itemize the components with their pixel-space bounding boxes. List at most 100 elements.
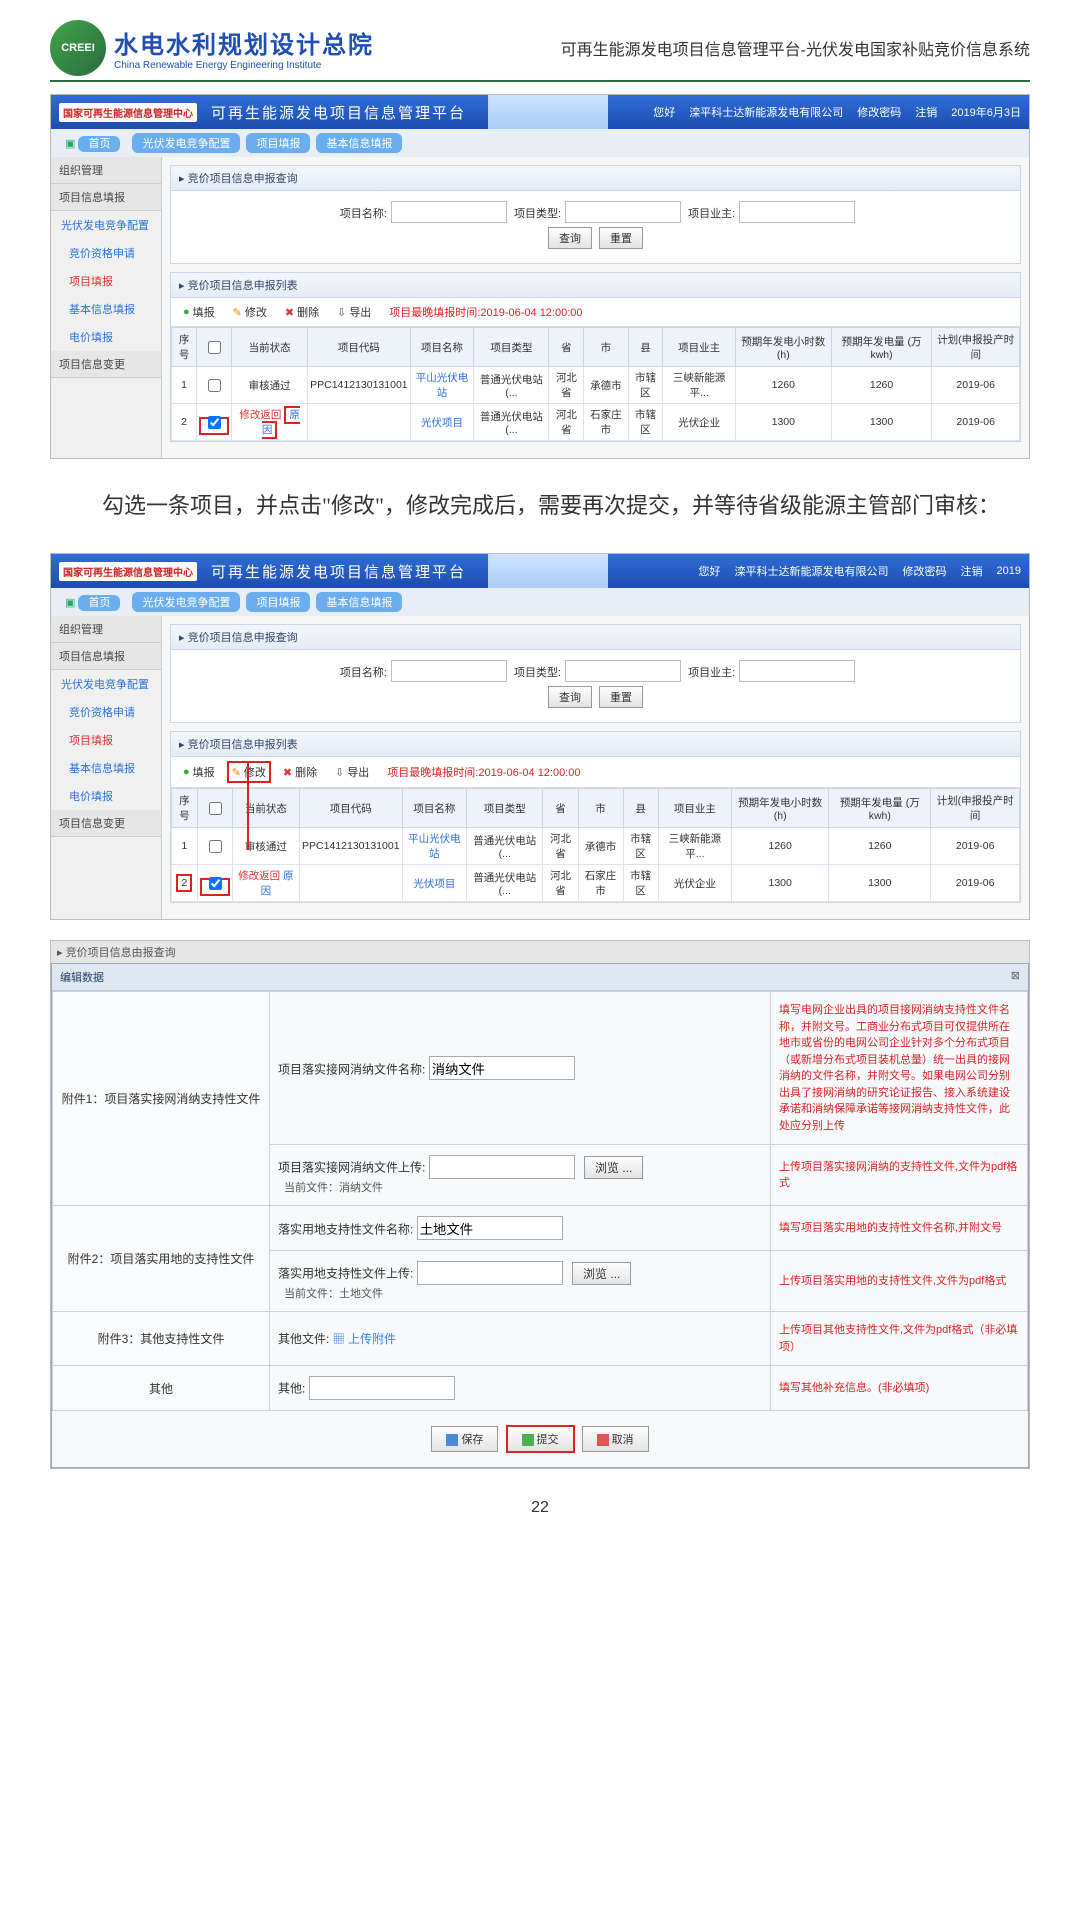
greeting: 您好 [653, 104, 675, 120]
f4-input[interactable] [417, 1261, 563, 1285]
search-name-input[interactable] [391, 201, 507, 223]
th-check [197, 789, 232, 828]
sidebar-item-price[interactable]: 电价填报 [51, 323, 161, 351]
sidebar-group-fill[interactable]: 项目信息填报 [51, 184, 161, 211]
sidebar-item-report[interactable]: 项目填报 [51, 267, 161, 295]
crumb-3[interactable]: 基本信息填报 [316, 592, 402, 612]
crumb-2[interactable]: 项目填报 [246, 133, 310, 153]
row-check-selected[interactable] [208, 416, 221, 429]
cell-name[interactable]: 平山光伏电站 [402, 828, 467, 865]
f4-row: 落实用地支持性文件上传: 浏览 ... 当前文件：土地文件 [270, 1251, 771, 1312]
crumb-1[interactable]: 光伏发电竞争配置 [132, 133, 240, 153]
search-panel-header: ▸ 竞价项目信息申报查询 [171, 166, 1020, 191]
search-panel-header: ▸ 竞价项目信息申报查询 [171, 625, 1020, 650]
check-all[interactable] [209, 802, 222, 815]
cell-plan: 2019-06 [932, 404, 1020, 441]
cell-hours: 1300 [735, 404, 831, 441]
search-button[interactable]: 查询 [548, 686, 592, 708]
upload-link[interactable]: ▦ 上传附件 [333, 1332, 396, 1346]
cell: PPC1412130131001 [300, 828, 403, 865]
sidebar: 组织管理 项目信息填报 光伏发电竞争配置 竞价资格申请 项目填报 基本信息填报 … [51, 157, 162, 458]
edit-button[interactable]: 修改 [227, 302, 273, 322]
sidebar-item-basic[interactable]: 基本信息填报 [51, 295, 161, 323]
th-type: 项目类型 [474, 328, 549, 367]
delete-button[interactable]: 删除 [279, 302, 325, 322]
logout-link[interactable]: 注销 [915, 104, 937, 120]
system-title: 可再生能源发电项目信息管理平台-光伏发电国家补贴竞价信息系统 [374, 36, 1030, 60]
row-check[interactable] [208, 379, 221, 392]
submit-button[interactable]: 提交 [506, 1425, 575, 1453]
sidebar-item-apply[interactable]: 竞价资格申请 [51, 698, 161, 726]
cell-owner: 光伏企业 [663, 404, 735, 441]
sidebar-item-pv[interactable]: 光伏发电竞争配置 [51, 211, 161, 239]
sidebar-group-change[interactable]: 项目信息变更 [51, 810, 161, 837]
table-row[interactable]: 1 审核通过 PPC1412130131001 平山光伏电站 普通光伏电站(..… [172, 367, 1020, 404]
crumb-3[interactable]: 基本信息填报 [316, 133, 402, 153]
f3-input[interactable] [417, 1216, 563, 1240]
crumb-1[interactable]: 光伏发电竞争配置 [132, 592, 240, 612]
row-check-selected[interactable] [209, 877, 222, 890]
cell-name[interactable]: 平山光伏电站 [410, 367, 474, 404]
th-check [197, 328, 232, 367]
change-password-link[interactable]: 修改密码 [903, 563, 947, 579]
browse-button[interactable]: 浏览 ... [572, 1262, 631, 1285]
export-button[interactable]: 导出 [329, 762, 375, 782]
cell: 光伏企业 [658, 865, 731, 902]
deadline-text: 项目最晚填报时间:2019-06-04 12:00:00 [389, 304, 582, 320]
search-name-input[interactable] [391, 660, 507, 682]
greeting: 您好 [699, 563, 721, 579]
close-icon[interactable]: ⊠ [1011, 969, 1020, 982]
search-type-input[interactable] [565, 201, 681, 223]
company-name: 滦平科士达新能源发电有限公司 [735, 563, 889, 579]
cell: 石家庄市 [578, 865, 623, 902]
search-button[interactable]: 查询 [548, 227, 592, 249]
f1-input[interactable] [429, 1056, 575, 1080]
sidebar-group-fill[interactable]: 项目信息填报 [51, 643, 161, 670]
crumb-2[interactable]: 项目填报 [246, 592, 310, 612]
crumb-home[interactable]: ▣ 首页 [59, 133, 126, 153]
sidebar-item-pv[interactable]: 光伏发电竞争配置 [51, 670, 161, 698]
logout-link[interactable]: 注销 [961, 563, 983, 579]
cell-county: 市辖区 [628, 404, 663, 441]
list-panel-header: ▸ 竞价项目信息申报列表 [171, 732, 1020, 757]
th-status: 当前状态 [232, 328, 308, 367]
delete-button[interactable]: 删除 [277, 762, 323, 782]
sidebar-group-org[interactable]: 组织管理 [51, 616, 161, 643]
th-plan: 计划(申报投产时间 [932, 328, 1020, 367]
page-number: 22 [50, 1499, 1030, 1517]
table-row[interactable]: 2 修改返回 原因 光伏项目 普通光伏电站(... 河北省 石家庄市 市辖区 光… [172, 865, 1020, 902]
f5-row: 其他文件: ▦ 上传附件 [270, 1312, 771, 1366]
table-row[interactable]: 1 审核通过 PPC1412130131001 平山光伏电站 普通光伏电站(..… [172, 828, 1020, 865]
cell-name[interactable]: 光伏项目 [402, 865, 467, 902]
banner-image [488, 95, 608, 129]
th-prov: 省 [549, 328, 584, 367]
check-all[interactable] [208, 341, 221, 354]
attach2-label: 附件2：项目落实用地的支持性文件 [53, 1206, 270, 1312]
crumb-home[interactable]: ▣ 首页 [59, 592, 126, 612]
search-type-input[interactable] [565, 660, 681, 682]
sidebar-item-apply[interactable]: 竞价资格申请 [51, 239, 161, 267]
add-button[interactable]: 填报 [177, 762, 221, 782]
row-check[interactable] [209, 840, 222, 853]
sidebar-item-report[interactable]: 项目填报 [51, 726, 161, 754]
search-owner-input[interactable] [739, 660, 855, 682]
sidebar-group-org[interactable]: 组织管理 [51, 157, 161, 184]
table-row[interactable]: 2 修改返回 原因 光伏项目 普通光伏电站(... 河北省 石家庄市 市辖区 光… [172, 404, 1020, 441]
project-table: 序号 当前状态 项目代码 项目名称 项目类型 省 市 县 项目业主 预期年发电小… [171, 788, 1020, 902]
browse-button[interactable]: 浏览 ... [584, 1156, 643, 1179]
save-button[interactable]: 保存 [431, 1426, 498, 1452]
add-button[interactable]: 填报 [177, 302, 221, 322]
search-owner-input[interactable] [739, 201, 855, 223]
cell-name[interactable]: 光伏项目 [410, 404, 474, 441]
cancel-button[interactable]: 取消 [582, 1426, 649, 1452]
reset-button[interactable]: 重置 [599, 227, 643, 249]
reset-button[interactable]: 重置 [599, 686, 643, 708]
sidebar-group-change[interactable]: 项目信息变更 [51, 351, 161, 378]
change-password-link[interactable]: 修改密码 [857, 104, 901, 120]
export-button[interactable]: 导出 [331, 302, 377, 322]
f4-help: 上传项目落实用地的支持性文件,文件为pdf格式 [771, 1251, 1028, 1312]
sidebar-item-price[interactable]: 电价填报 [51, 782, 161, 810]
f2-input[interactable] [429, 1155, 575, 1179]
f6-input[interactable] [309, 1376, 455, 1400]
sidebar-item-basic[interactable]: 基本信息填报 [51, 754, 161, 782]
